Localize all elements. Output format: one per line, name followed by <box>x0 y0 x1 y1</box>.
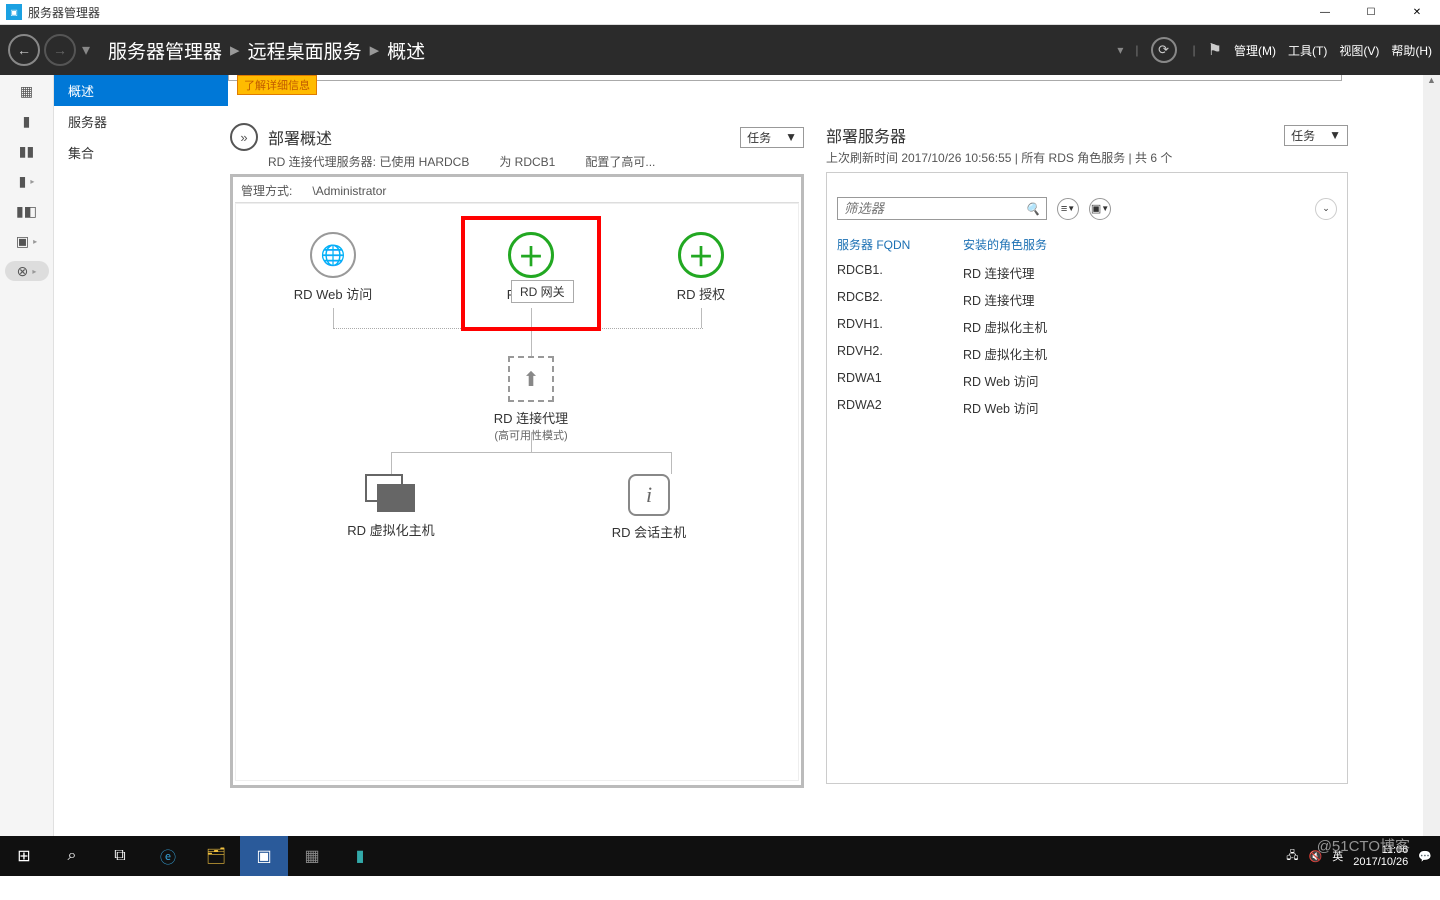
rail-iis-icon[interactable]: ▮◧ <box>5 201 49 221</box>
table-row[interactable]: RDVH2.RD 虚拟化主机 <box>837 340 1337 367</box>
maximize-button[interactable]: ☐ <box>1348 0 1394 25</box>
filter-input[interactable] <box>844 201 1025 216</box>
node-rd-sessionhost[interactable]: i RD 会话主机 <box>584 474 714 541</box>
rail-local-icon[interactable]: ▮ <box>5 111 49 131</box>
close-button[interactable]: ✕ <box>1394 0 1440 25</box>
scrollbar[interactable]: ▲ <box>1423 75 1440 836</box>
table-row[interactable]: RDCB1.RD 连接代理 <box>837 259 1337 286</box>
task-icon-1[interactable]: ▦ <box>288 836 336 876</box>
taskview-button[interactable]: ⧉ <box>96 836 144 876</box>
table-row[interactable]: RDCB2.RD 连接代理 <box>837 286 1337 313</box>
broker-icon: ⬆ <box>508 356 554 402</box>
app-icon: ▣ <box>6 4 22 20</box>
view-menu[interactable]: 视图(V) <box>1339 42 1379 59</box>
start-button[interactable]: ⊞ <box>0 836 48 876</box>
node-rd-vhost[interactable]: RD 虚拟化主机 <box>326 474 456 539</box>
nav-collections[interactable]: 集合 <box>54 137 228 168</box>
notice-banner: 了解详细信息 <box>228 75 1342 81</box>
back-button[interactable]: ← <box>8 34 40 66</box>
plus-icon: ＋ <box>678 232 724 278</box>
crumb-rds[interactable]: 远程桌面服务 <box>248 37 362 64</box>
mgmt-label: 管理方式: <box>241 184 292 198</box>
search-button[interactable]: ⌕ <box>48 836 96 876</box>
notice-link[interactable]: 了解详细信息 <box>237 75 317 95</box>
view-options-button[interactable]: ≡▼ <box>1057 198 1079 220</box>
watermark: @51CTO博客 <box>1317 835 1410 856</box>
table-row[interactable]: RDWA1RD Web 访问 <box>837 367 1337 394</box>
filter-box[interactable]: 🔍 <box>837 197 1047 220</box>
title-bar: ▣ 服务器管理器 — ☐ ✕ <box>0 0 1440 25</box>
task-icon-2[interactable]: ▮ <box>336 836 384 876</box>
node-rd-broker[interactable]: ⬆ RD 连接代理 (高可用性模式) <box>466 356 596 443</box>
deploy-tasks-menu[interactable]: 任务▼ <box>740 127 804 148</box>
col-role[interactable]: 安装的角色服务 <box>963 236 1047 253</box>
icon-rail: ▦ ▮ ▮▮ ▮▸ ▮◧ ▣▸ ⊗▸ <box>0 75 54 836</box>
header-bar: ← → ▾ 服务器管理器 ▸ 远程桌面服务 ▸ 概述 ▾ | ⟳ | ⚑ 管理(… <box>0 25 1440 75</box>
highlight-box <box>461 216 601 331</box>
rail-dashboard-icon[interactable]: ▦ <box>5 81 49 101</box>
info-icon: i <box>628 474 670 516</box>
rail-fileservices-icon[interactable]: ▮▸ <box>5 171 49 191</box>
node-rd-licensing[interactable]: ＋ RD 授权 <box>636 232 766 303</box>
tray-network-icon[interactable]: 🖧 <box>1286 847 1298 866</box>
tools-menu[interactable]: 工具(T) <box>1288 42 1327 59</box>
app-title: 服务器管理器 <box>28 4 100 21</box>
explorer-icon[interactable]: 🗂 <box>192 836 240 876</box>
server-manager-icon[interactable]: ▣ <box>240 836 288 876</box>
breadcrumb: 服务器管理器 ▸ 远程桌面服务 ▸ 概述 <box>108 37 425 64</box>
tooltip-rd-gateway: RD 网关 <box>511 280 574 303</box>
rail-rds-icon[interactable]: ⊗▸ <box>5 261 49 281</box>
crumb-root[interactable]: 服务器管理器 <box>108 37 222 64</box>
dropdown-icon[interactable]: ▾ <box>82 40 90 60</box>
globe-icon: 🌐 <box>310 232 356 278</box>
servers-tasks-menu[interactable]: 任务▼ <box>1284 125 1348 146</box>
refresh-icon[interactable]: ⟳ <box>1151 37 1177 63</box>
vhost-icon <box>365 474 417 514</box>
minimize-button[interactable]: — <box>1302 0 1348 25</box>
deploy-sub1: RD 连接代理服务器: 已使用 HARDCB <box>268 153 469 170</box>
mgmt-value: \Administrator <box>312 184 386 198</box>
crumb-overview[interactable]: 概述 <box>387 37 425 64</box>
col-fqdn[interactable]: 服务器 FQDN <box>837 236 963 253</box>
forward-button[interactable]: → <box>44 34 76 66</box>
expand-button[interactable]: ⌄ <box>1315 198 1337 220</box>
rail-hyper-icon[interactable]: ▣▸ <box>5 231 49 251</box>
help-menu[interactable]: 帮助(H) <box>1391 42 1432 59</box>
tray-notifications-icon[interactable]: 💬 <box>1418 850 1432 863</box>
deployment-diagram: 🌐 RD Web 访问 ＋ RD 网关 RD 网关 ＋ RD 授权 ⬆ RD <box>235 203 799 781</box>
nav-overview[interactable]: 概述 <box>54 75 228 106</box>
deploy-sub3: 配置了高可... <box>585 153 655 170</box>
search-icon[interactable]: 🔍 <box>1025 202 1040 216</box>
table-row[interactable]: RDWA2RD Web 访问 <box>837 394 1337 421</box>
table-row[interactable]: RDVH1.RD 虚拟化主机 <box>837 313 1337 340</box>
ie-icon[interactable]: ⓔ <box>144 836 192 876</box>
taskbar: ⊞ ⌕ ⧉ ⓔ 🗂 ▣ ▦ ▮ 🖧 🔇 英 11:062017/10/26 💬 <box>0 836 1440 876</box>
rail-allservers-icon[interactable]: ▮▮ <box>5 141 49 161</box>
node-rd-web[interactable]: 🌐 RD Web 访问 <box>268 232 398 303</box>
servers-subtitle: 上次刷新时间 2017/10/26 10:56:55 | 所有 RDS 角色服务… <box>826 149 1348 166</box>
save-query-button[interactable]: ▣▼ <box>1089 198 1111 220</box>
left-nav: 概述 服务器 集合 <box>54 75 228 836</box>
flag-icon[interactable]: ⚑ <box>1208 40 1222 60</box>
deploy-title: 部署概述 <box>268 125 332 149</box>
manage-menu[interactable]: 管理(M) <box>1234 42 1276 59</box>
deploy-overview-icon: » <box>230 123 258 151</box>
nav-servers[interactable]: 服务器 <box>54 106 228 137</box>
servers-title: 部署服务器 <box>826 123 906 147</box>
servers-table: 服务器 FQDN 安装的角色服务 RDCB1.RD 连接代理 RDCB2.RD … <box>837 236 1337 421</box>
deploy-sub2: 为 RDCB1 <box>499 153 555 170</box>
